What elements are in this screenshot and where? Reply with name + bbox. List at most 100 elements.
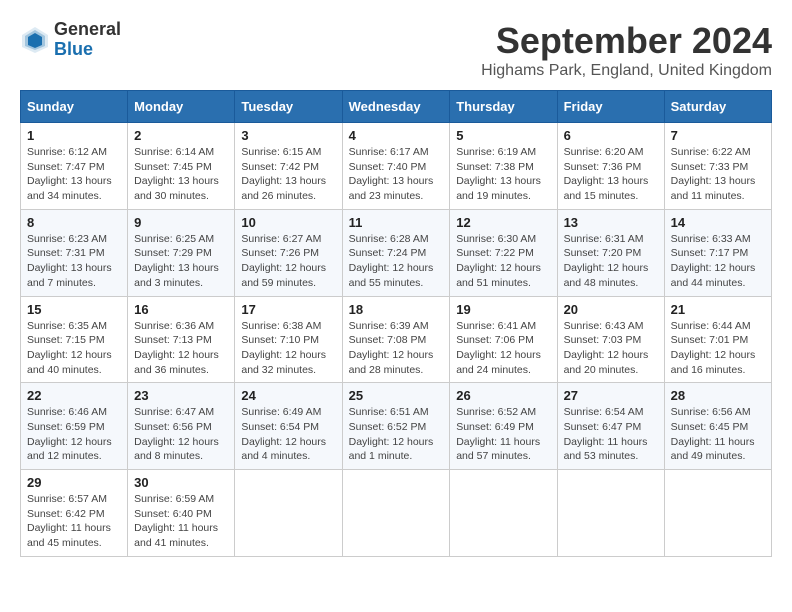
day-number: 10 — [241, 215, 335, 230]
day-number: 8 — [27, 215, 121, 230]
calendar-week-3: 15 Sunrise: 6:35 AMSunset: 7:15 PMDayligh… — [21, 296, 772, 383]
calendar-week-2: 8 Sunrise: 6:23 AMSunset: 7:31 PMDaylight… — [21, 209, 772, 296]
calendar-cell: 1 Sunrise: 6:12 AMSunset: 7:47 PMDaylight… — [21, 123, 128, 210]
calendar-cell: 16 Sunrise: 6:36 AMSunset: 7:13 PMDayligh… — [128, 296, 235, 383]
location-subtitle: Highams Park, England, United Kingdom — [481, 62, 772, 80]
day-info: Sunrise: 6:22 AMSunset: 7:33 PMDaylight:… — [671, 145, 765, 204]
calendar-cell: 26Sunrise: 6:52 AMSunset: 6:49 PMDayligh… — [450, 383, 557, 470]
day-info: Sunrise: 6:20 AMSunset: 7:36 PMDaylight:… — [564, 145, 658, 204]
day-number: 26 — [456, 388, 550, 403]
day-info: Sunrise: 6:44 AMSunset: 7:01 PMDaylight:… — [671, 319, 765, 378]
day-number: 25 — [349, 388, 444, 403]
day-header-saturday: Saturday — [664, 91, 771, 123]
day-info: Sunrise: 6:56 AMSunset: 6:45 PMDaylight:… — [671, 405, 765, 464]
day-info: Sunrise: 6:41 AMSunset: 7:06 PMDaylight:… — [456, 319, 550, 378]
day-number: 20 — [564, 302, 658, 317]
day-number: 19 — [456, 302, 550, 317]
day-info: Sunrise: 6:47 AMSunset: 6:56 PMDaylight:… — [134, 405, 228, 464]
day-info: Sunrise: 6:38 AMSunset: 7:10 PMDaylight:… — [241, 319, 335, 378]
calendar-cell — [235, 470, 342, 557]
day-info: Sunrise: 6:30 AMSunset: 7:22 PMDaylight:… — [456, 232, 550, 291]
day-info: Sunrise: 6:46 AMSunset: 6:59 PMDaylight:… — [27, 405, 121, 464]
day-info: Sunrise: 6:43 AMSunset: 7:03 PMDaylight:… — [564, 319, 658, 378]
calendar-cell: 20 Sunrise: 6:43 AMSunset: 7:03 PMDayligh… — [557, 296, 664, 383]
calendar-cell: 28Sunrise: 6:56 AMSunset: 6:45 PMDayligh… — [664, 383, 771, 470]
day-info: Sunrise: 6:31 AMSunset: 7:20 PMDaylight:… — [564, 232, 658, 291]
title-section: September 2024 Highams Park, England, Un… — [481, 20, 772, 80]
day-header-monday: Monday — [128, 91, 235, 123]
day-number: 21 — [671, 302, 765, 317]
day-number: 30 — [134, 475, 228, 490]
day-number: 15 — [27, 302, 121, 317]
day-number: 18 — [349, 302, 444, 317]
day-number: 1 — [27, 128, 121, 143]
day-info: Sunrise: 6:39 AMSunset: 7:08 PMDaylight:… — [349, 319, 444, 378]
day-info: Sunrise: 6:51 AMSunset: 6:52 PMDaylight:… — [349, 405, 444, 464]
calendar-cell: 29Sunrise: 6:57 AMSunset: 6:42 PMDayligh… — [21, 470, 128, 557]
day-header-sunday: Sunday — [21, 91, 128, 123]
calendar-cell: 13 Sunrise: 6:31 AMSunset: 7:20 PMDayligh… — [557, 209, 664, 296]
calendar-cell — [450, 470, 557, 557]
day-info: Sunrise: 6:28 AMSunset: 7:24 PMDaylight:… — [349, 232, 444, 291]
day-info: Sunrise: 6:14 AMSunset: 7:45 PMDaylight:… — [134, 145, 228, 204]
day-number: 3 — [241, 128, 335, 143]
calendar-cell: 4Sunrise: 6:17 AMSunset: 7:40 PMDaylight… — [342, 123, 450, 210]
page-header: General Blue September 2024 Highams Park… — [20, 20, 772, 80]
calendar-week-5: 29Sunrise: 6:57 AMSunset: 6:42 PMDayligh… — [21, 470, 772, 557]
day-info: Sunrise: 6:27 AMSunset: 7:26 PMDaylight:… — [241, 232, 335, 291]
day-number: 29 — [27, 475, 121, 490]
day-info: Sunrise: 6:59 AMSunset: 6:40 PMDaylight:… — [134, 492, 228, 551]
calendar-cell: 3 Sunrise: 6:15 AMSunset: 7:42 PMDaylight… — [235, 123, 342, 210]
calendar-cell: 5 Sunrise: 6:19 AMSunset: 7:38 PMDaylight… — [450, 123, 557, 210]
day-number: 6 — [564, 128, 658, 143]
day-info: Sunrise: 6:35 AMSunset: 7:15 PMDaylight:… — [27, 319, 121, 378]
calendar-cell: 21 Sunrise: 6:44 AMSunset: 7:01 PMDayligh… — [664, 296, 771, 383]
calendar-cell: 24 Sunrise: 6:49 AMSunset: 6:54 PMDayligh… — [235, 383, 342, 470]
day-info: Sunrise: 6:36 AMSunset: 7:13 PMDaylight:… — [134, 319, 228, 378]
day-info: Sunrise: 6:23 AMSunset: 7:31 PMDaylight:… — [27, 232, 121, 291]
calendar-cell: 18 Sunrise: 6:39 AMSunset: 7:08 PMDayligh… — [342, 296, 450, 383]
day-info: Sunrise: 6:15 AMSunset: 7:42 PMDaylight:… — [241, 145, 335, 204]
day-number: 7 — [671, 128, 765, 143]
calendar-header-row: SundayMondayTuesdayWednesdayThursdayFrid… — [21, 91, 772, 123]
day-number: 22 — [27, 388, 121, 403]
day-number: 2 — [134, 128, 228, 143]
calendar-week-4: 22 Sunrise: 6:46 AMSunset: 6:59 PMDayligh… — [21, 383, 772, 470]
day-number: 16 — [134, 302, 228, 317]
day-info: Sunrise: 6:49 AMSunset: 6:54 PMDaylight:… — [241, 405, 335, 464]
day-info: Sunrise: 6:17 AMSunset: 7:40 PMDaylight:… — [349, 145, 444, 204]
day-number: 24 — [241, 388, 335, 403]
logo-icon — [20, 25, 50, 55]
day-number: 27 — [564, 388, 658, 403]
calendar-cell: 8 Sunrise: 6:23 AMSunset: 7:31 PMDaylight… — [21, 209, 128, 296]
calendar-cell: 30 Sunrise: 6:59 AMSunset: 6:40 PMDayligh… — [128, 470, 235, 557]
day-info: Sunrise: 6:12 AMSunset: 7:47 PMDaylight:… — [27, 145, 121, 204]
calendar-cell: 11 Sunrise: 6:28 AMSunset: 7:24 PMDayligh… — [342, 209, 450, 296]
calendar-cell: 7 Sunrise: 6:22 AMSunset: 7:33 PMDaylight… — [664, 123, 771, 210]
calendar-cell: 6 Sunrise: 6:20 AMSunset: 7:36 PMDaylight… — [557, 123, 664, 210]
calendar-cell: 14Sunrise: 6:33 AMSunset: 7:17 PMDayligh… — [664, 209, 771, 296]
day-number: 23 — [134, 388, 228, 403]
day-number: 13 — [564, 215, 658, 230]
day-header-tuesday: Tuesday — [235, 91, 342, 123]
calendar-cell: 10 Sunrise: 6:27 AMSunset: 7:26 PMDayligh… — [235, 209, 342, 296]
calendar-cell: 9 Sunrise: 6:25 AMSunset: 7:29 PMDaylight… — [128, 209, 235, 296]
day-number: 9 — [134, 215, 228, 230]
calendar-cell: 23 Sunrise: 6:47 AMSunset: 6:56 PMDayligh… — [128, 383, 235, 470]
calendar-table: SundayMondayTuesdayWednesdayThursdayFrid… — [20, 90, 772, 557]
day-header-thursday: Thursday — [450, 91, 557, 123]
calendar-cell: 17Sunrise: 6:38 AMSunset: 7:10 PMDayligh… — [235, 296, 342, 383]
calendar-cell: 22 Sunrise: 6:46 AMSunset: 6:59 PMDayligh… — [21, 383, 128, 470]
logo-text: General Blue — [54, 20, 121, 60]
day-number: 5 — [456, 128, 550, 143]
logo: General Blue — [20, 20, 121, 60]
day-number: 11 — [349, 215, 444, 230]
calendar-cell: 27Sunrise: 6:54 AMSunset: 6:47 PMDayligh… — [557, 383, 664, 470]
calendar-cell: 2 Sunrise: 6:14 AMSunset: 7:45 PMDaylight… — [128, 123, 235, 210]
month-year-title: September 2024 — [481, 20, 772, 62]
day-info: Sunrise: 6:19 AMSunset: 7:38 PMDaylight:… — [456, 145, 550, 204]
day-info: Sunrise: 6:25 AMSunset: 7:29 PMDaylight:… — [134, 232, 228, 291]
day-header-friday: Friday — [557, 91, 664, 123]
day-number: 14 — [671, 215, 765, 230]
calendar-cell: 15 Sunrise: 6:35 AMSunset: 7:15 PMDayligh… — [21, 296, 128, 383]
